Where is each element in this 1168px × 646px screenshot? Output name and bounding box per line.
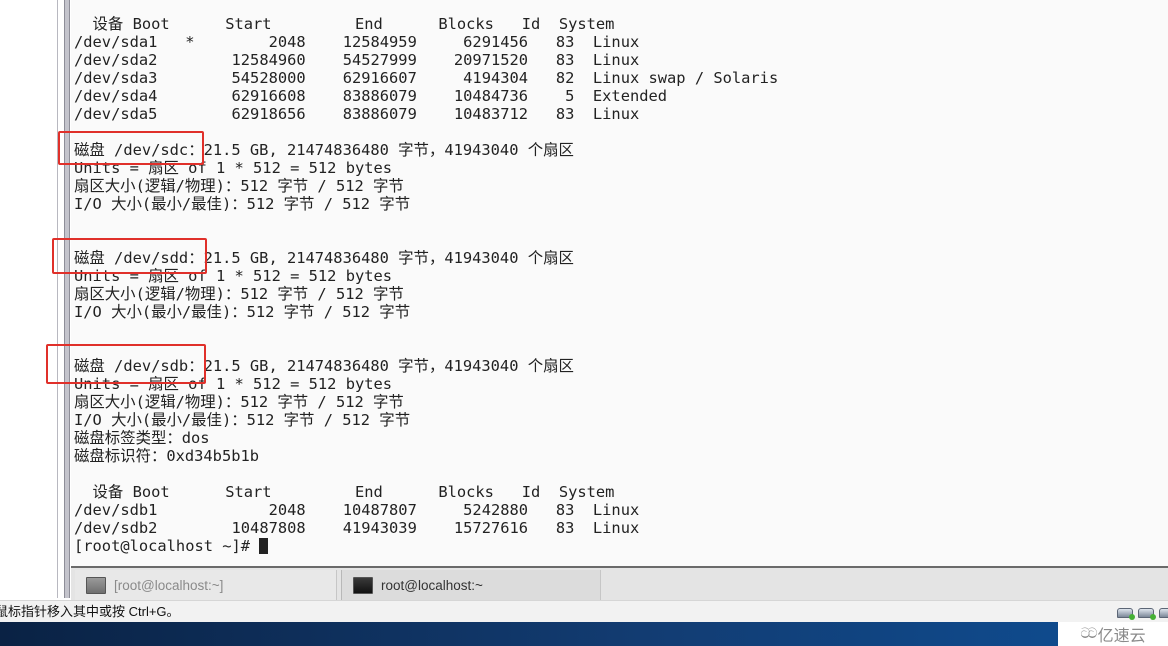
disk-sdc-summary: ：21.5 GB, 21474836480 字节，41943040 个扇区	[188, 141, 574, 159]
sda-row: /dev/sda3 54528000 62916607 4194304 82 L…	[74, 69, 779, 87]
status-hint: 鼠标指针移入其中或按 Ctrl+G。	[0, 604, 180, 619]
sdb-table-header: 设备 Boot Start End Blocks Id System	[74, 483, 615, 501]
tab-root-localhost-inactive[interactable]: [root@localhost:~]	[75, 570, 337, 600]
disk-sdb-identifier: 磁盘标识符：0xd34b5b1b	[74, 447, 260, 465]
hard-disk-icon[interactable]	[1159, 608, 1168, 618]
tab-label: [root@localhost:~]	[114, 577, 224, 593]
window-frame-border	[64, 0, 70, 598]
terminal-tab-bar: [root@localhost:~] root@localhost:~	[71, 566, 1168, 600]
disk-sdd-io-size: I/O 大小(最小/最佳)：512 字节 / 512 字节	[74, 303, 411, 321]
disk-sdb-sector-size: 扇区大小(逻辑/物理)：512 字节 / 512 字节	[74, 393, 404, 411]
sda-row: /dev/sda2 12584960 54527999 20971520 83 …	[74, 51, 640, 69]
sdb-row: /dev/sdb2 10487808 41943039 15727616 83 …	[74, 519, 640, 537]
disk-sdc-io-size: I/O 大小(最小/最佳)：512 字节 / 512 字节	[74, 195, 411, 213]
hard-disk-icon[interactable]	[1138, 608, 1156, 620]
watermark: ටට 亿速云	[1058, 622, 1168, 646]
disk-sdc-sector-size: 扇区大小(逻辑/物理)：512 字节 / 512 字节	[74, 177, 404, 195]
hard-disk-icon[interactable]	[1117, 608, 1135, 620]
disk-sdb-summary: ：21.5 GB, 21474836480 字节，41943040 个扇区	[188, 357, 574, 375]
desktop-taskbar	[0, 622, 1168, 646]
highlight-box-sdd	[52, 238, 207, 274]
sda-row: /dev/sda1 * 2048 12584959 6291456 83 Lin…	[74, 33, 640, 51]
terminal-icon	[353, 576, 373, 594]
terminal-icon	[86, 576, 106, 594]
highlight-box-sdc	[58, 131, 204, 165]
cloud-logo-icon: ටට	[1080, 626, 1097, 642]
tab-label: root@localhost:~	[381, 577, 483, 593]
terminal-output[interactable]: 设备 Boot Start End Blocks Id System /dev/…	[46, 0, 1168, 566]
disk-sdd-sector-size: 扇区大小(逻辑/物理)：512 字节 / 512 字节	[74, 285, 404, 303]
shell-prompt-line[interactable]: [root@localhost ~]#	[74, 537, 269, 555]
text-cursor	[259, 538, 269, 554]
sda-row: /dev/sda5 62918656 83886079 10483712 83 …	[74, 105, 640, 123]
vm-status-bar: 鼠标指针移入其中或按 Ctrl+G。	[0, 600, 1168, 622]
disk-sdb-label-type: 磁盘标签类型：dos	[74, 429, 210, 447]
left-panel	[0, 0, 58, 598]
shell-prompt: [root@localhost ~]#	[74, 537, 260, 555]
disk-sdb-io-size: I/O 大小(最小/最佳)：512 字节 / 512 字节	[74, 411, 411, 429]
sda-table-header: 设备 Boot Start End Blocks Id System	[74, 15, 615, 33]
tab-root-localhost-active[interactable]: root@localhost:~	[341, 570, 601, 600]
watermark-text: 亿速云	[1097, 626, 1146, 645]
disk-sdd-summary: ：21.5 GB, 21474836480 字节，41943040 个扇区	[188, 249, 574, 267]
sdb-row: /dev/sdb1 2048 10487807 5242880 83 Linux	[74, 501, 640, 519]
sda-row: /dev/sda4 62916608 83886079 10484736 5 E…	[74, 87, 668, 105]
highlight-box-sdb	[46, 344, 206, 384]
